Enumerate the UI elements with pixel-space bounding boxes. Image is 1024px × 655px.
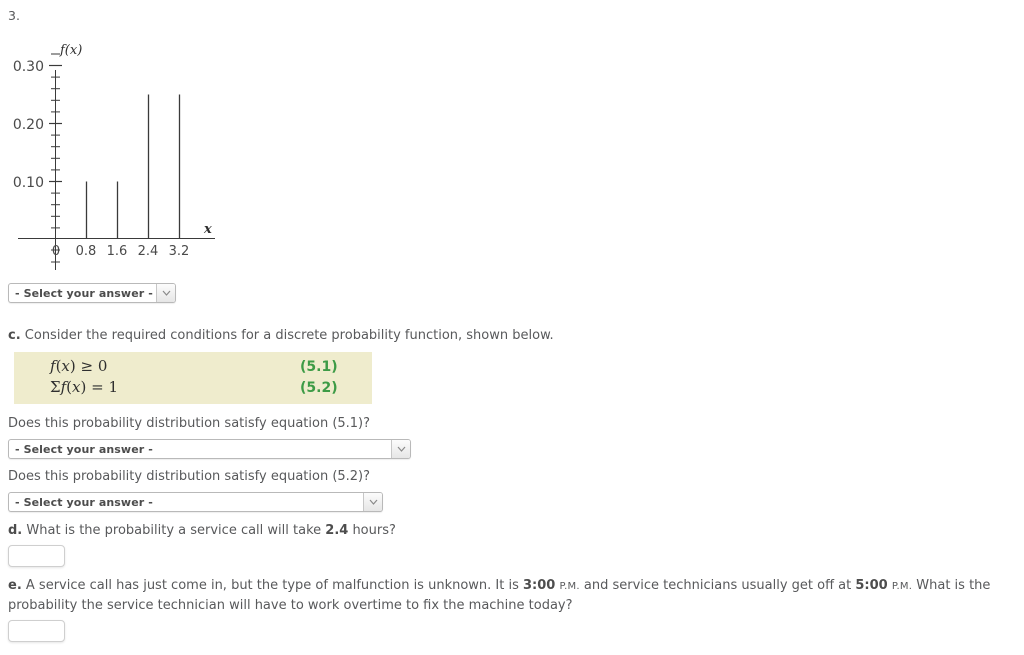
x-tick-label-1.6: 1.6	[107, 244, 128, 259]
equation-5-2-formula: Σf(x) = 1	[50, 378, 118, 396]
part-e-ampm-2: P.M.	[891, 581, 913, 592]
x-tick-label-0.8: 0.8	[76, 244, 97, 259]
select-answer-5-1[interactable]: - Select your answer -	[8, 439, 411, 459]
question-satisfies-5-1: Does this probability distribution satis…	[8, 416, 371, 431]
part-d-text-before: What is the probability a service call w…	[22, 523, 326, 538]
part-e-ampm-1: P.M.	[559, 581, 580, 592]
chevron-down-icon[interactable]	[363, 493, 382, 511]
part-d-prompt: d. What is the probability a service cal…	[8, 521, 396, 540]
part-d-text-after: hours?	[348, 523, 396, 538]
y-tick-label-0.30: 0.30	[13, 59, 44, 75]
chevron-down-icon[interactable]	[391, 440, 410, 458]
part-d-bold-value: 2.4	[325, 523, 349, 538]
question-number: 3.	[8, 8, 20, 23]
select-answer-5-1-label: - Select your answer -	[15, 442, 153, 456]
y-tick-label-0.10: 0.10	[13, 175, 44, 191]
equation-callout-box: f(x) ≥ 0 (5.1) Σf(x) = 1 (5.2)	[14, 352, 372, 404]
part-e-time-2: 5:00	[855, 578, 888, 593]
equation-5-2-number: (5.2)	[300, 380, 338, 396]
equation-5-1-formula: f(x) ≥ 0	[50, 357, 108, 375]
part-c-prompt: c. Consider the required conditions for …	[8, 326, 554, 345]
x-axis-label: x	[203, 222, 212, 237]
x-tick-label-3.2: 3.2	[169, 244, 190, 259]
equation-5-1-number: (5.1)	[300, 359, 338, 375]
y-tick-label-0.20: 0.20	[13, 117, 44, 133]
part-e-answer-input[interactable]	[8, 620, 65, 642]
part-e-prompt: e. A service call has just come in, but …	[8, 576, 1016, 615]
part-d-answer-input[interactable]	[8, 545, 65, 567]
chart-svg: 0.30 0.20 0.10 0 0.8 1.6 2.4 3.2 f(x) x	[13, 43, 215, 270]
part-e-seg-2: and service technicians usually get off …	[579, 578, 856, 593]
part-c-letter: c.	[8, 328, 21, 343]
part-e-seg-1: A service call has just come in, but the…	[21, 578, 524, 593]
select-answer-5-2-label: - Select your answer -	[15, 495, 153, 509]
y-axis-label: f(x)	[59, 43, 82, 58]
part-d-letter: d.	[8, 523, 23, 538]
x-tick-label-2.4: 2.4	[138, 244, 159, 259]
probability-distribution-chart: 0.30 0.20 0.10 0 0.8 1.6 2.4 3.2 f(x) x	[0, 30, 260, 270]
x-tick-label-0: 0	[52, 244, 60, 259]
question-satisfies-5-2: Does this probability distribution satis…	[8, 469, 371, 484]
select-answer-a-label: - Select your answer -	[15, 286, 153, 300]
equation-row-5-1: f(x) ≥ 0 (5.1)	[14, 357, 372, 378]
part-e-time-1: 3:00	[523, 578, 556, 593]
equation-row-5-2: Σf(x) = 1 (5.2)	[14, 378, 372, 399]
select-answer-a[interactable]: - Select your answer -	[8, 283, 176, 303]
part-e-letter: e.	[8, 578, 22, 593]
select-answer-5-2[interactable]: - Select your answer -	[8, 492, 383, 512]
chevron-down-icon[interactable]	[156, 284, 175, 302]
part-c-text: Consider the required conditions for a d…	[20, 328, 554, 343]
